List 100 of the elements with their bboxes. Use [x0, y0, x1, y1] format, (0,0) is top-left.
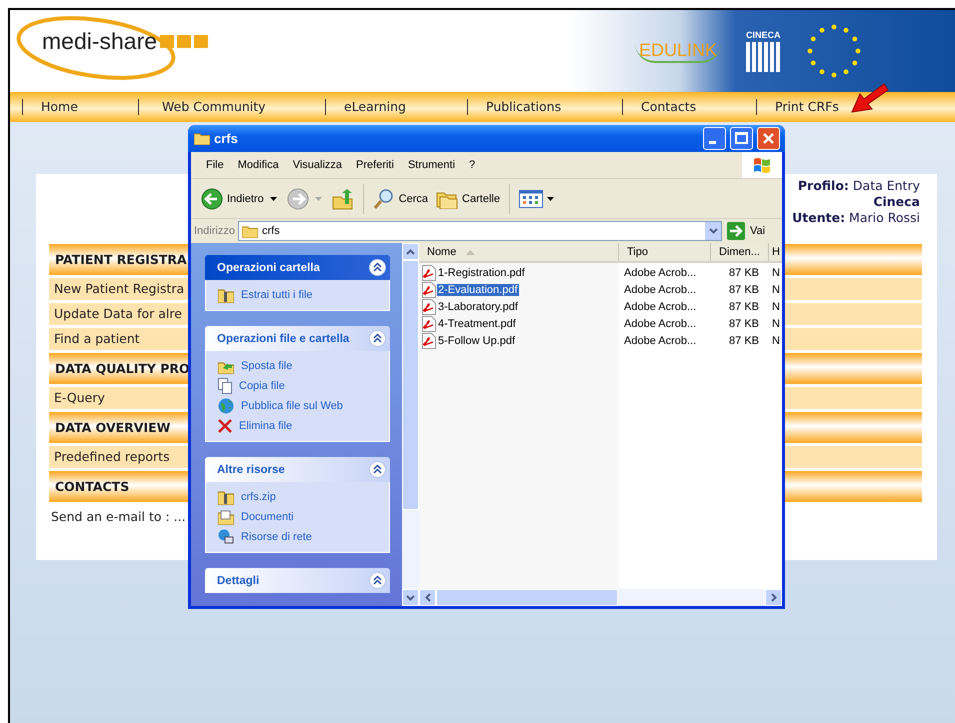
file-type: Adobe Acrob...	[623, 334, 698, 346]
nav-link[interactable]: Print CRFs	[756, 99, 839, 115]
column-header[interactable]: Tipo	[619, 243, 711, 261]
edulink-logo: EDULINK	[635, 40, 722, 62]
globe-computer-icon	[218, 529, 234, 545]
pdf-file-icon	[422, 316, 436, 332]
menu-bar-item[interactable]: Preferiti	[349, 159, 401, 171]
globe-icon	[218, 398, 234, 414]
collapse-chevron-icon[interactable]	[369, 330, 386, 347]
column-header[interactable]: H	[769, 243, 782, 261]
menu-bar-item[interactable]: File	[199, 159, 231, 171]
table-cell-text: N	[771, 284, 781, 296]
chevron-icon	[406, 248, 415, 254]
file-size: 87 KB	[728, 300, 760, 312]
collapse-chevron-icon[interactable]	[369, 572, 386, 589]
pdf-file-icon	[422, 332, 436, 348]
dropdown-button[interactable]	[705, 222, 721, 240]
nav-link[interactable]: Web Community	[138, 99, 325, 115]
task-pane-header[interactable]: Dettagli	[205, 568, 390, 593]
pdf-file-icon	[422, 264, 436, 280]
close-button[interactable]	[757, 127, 780, 150]
folder-icon	[194, 132, 210, 145]
documents-folder-icon	[218, 510, 234, 524]
maximize-button[interactable]	[730, 127, 753, 150]
address-label: Indirizzo	[194, 225, 235, 237]
file-size: 87 KB	[728, 334, 760, 346]
chevron-icon	[770, 593, 776, 602]
search-button[interactable]: Cerca	[370, 186, 430, 212]
scroll-down-button[interactable]	[402, 589, 419, 606]
file-type: Adobe Acrob...	[623, 284, 698, 296]
zipped-folder-icon	[218, 288, 234, 302]
chevron-icon	[708, 228, 718, 234]
task-link[interactable]: Sposta file	[241, 360, 292, 372]
task-link[interactable]: crfs.zip	[241, 491, 276, 503]
back-button[interactable]: Indietro	[199, 186, 266, 212]
window-title: crfs	[214, 131, 239, 146]
nav-link[interactable]: Contacts	[622, 99, 756, 115]
menu-bar-item[interactable]: ?	[462, 159, 482, 171]
table-cell-text: N	[771, 334, 781, 346]
task-link[interactable]: Pubblica file sul Web	[241, 400, 343, 412]
menu-bar-item[interactable]: Modifica	[230, 159, 286, 171]
menu-bar-item[interactable]: Visualizza	[286, 159, 350, 171]
windows-flag-icon	[742, 152, 782, 178]
pdf-file-icon	[422, 298, 436, 314]
folder-icon	[242, 224, 258, 238]
scroll-right-button[interactable]	[765, 589, 782, 606]
task-link[interactable]: Elimina file	[239, 420, 292, 432]
collapse-chevron-icon[interactable]	[369, 461, 386, 478]
chevron-icon	[406, 594, 415, 600]
task-pane-header[interactable]: Operazioni cartella	[205, 255, 390, 280]
x-mark-icon	[218, 419, 232, 433]
table-cell-text: N	[771, 300, 781, 312]
file-type: Adobe Acrob...	[623, 318, 698, 330]
pointer-arrow	[850, 82, 890, 114]
scroll-thumb[interactable]	[436, 589, 618, 606]
menu-bar-item[interactable]: Strumenti	[400, 159, 462, 171]
caret-icon	[546, 196, 554, 200]
file-size: 87 KB	[728, 318, 760, 330]
user-info-text: Utente: Mario Rossi	[792, 210, 920, 226]
task-pane-header[interactable]: Altre risorse	[205, 457, 390, 482]
file-size: 87 KB	[728, 284, 760, 296]
scroll-left-button[interactable]	[419, 589, 436, 606]
pdf-file-icon	[422, 282, 436, 298]
views-grid-icon	[518, 190, 543, 208]
nav-link[interactable]: Publications	[467, 99, 622, 115]
contact-text: Send an e-mail to : ...	[50, 508, 186, 526]
scroll-thumb[interactable]	[402, 260, 419, 510]
scroll-up-button[interactable]	[402, 243, 419, 260]
collapse-chevron-icon[interactable]	[369, 259, 386, 276]
file-name[interactable]: 3-Laboratory.pdf	[437, 300, 519, 312]
user-info-text: Cineca	[873, 194, 920, 210]
zipped-folder-icon	[218, 490, 234, 504]
task-link[interactable]: Documenti	[241, 511, 294, 523]
address-field[interactable]: crfs	[238, 221, 722, 241]
folders-button[interactable]: Cartelle	[434, 186, 502, 210]
file-name[interactable]: 4-Treatment.pdf	[437, 318, 517, 330]
task-link[interactable]: Estrai tutti i file	[241, 289, 313, 301]
column-header[interactable]: Nome	[419, 243, 619, 261]
folder-up-arrow-icon	[332, 188, 354, 210]
pages-icon	[218, 378, 232, 394]
file-type: Adobe Acrob...	[623, 300, 698, 312]
file-name[interactable]: 2-Evaluation.pdf	[437, 284, 518, 296]
minimize-button[interactable]	[703, 127, 726, 150]
chevron-icon	[424, 593, 430, 602]
nav-link[interactable]: eLearning	[325, 99, 467, 115]
go-arrow-icon	[727, 222, 745, 240]
go-button[interactable]: Vai	[725, 222, 779, 240]
nav-link[interactable]: Home	[22, 99, 138, 115]
task-link[interactable]: Risorse di rete	[241, 531, 312, 543]
sort-triangle-icon	[466, 250, 476, 254]
views-button[interactable]	[516, 188, 556, 210]
task-pane-header[interactable]: Operazioni file e cartella	[205, 326, 390, 351]
user-info-text: Profilo: Data Entry	[798, 178, 920, 194]
minimize-icon	[709, 141, 716, 144]
forward-button[interactable]	[284, 186, 311, 212]
table-cell-text: N	[771, 318, 781, 330]
caret-icon[interactable]	[270, 196, 277, 200]
search-icon	[372, 188, 395, 210]
file-name[interactable]: 5-Follow Up.pdf	[437, 334, 516, 346]
column-header[interactable]: Dimen...	[711, 243, 769, 261]
